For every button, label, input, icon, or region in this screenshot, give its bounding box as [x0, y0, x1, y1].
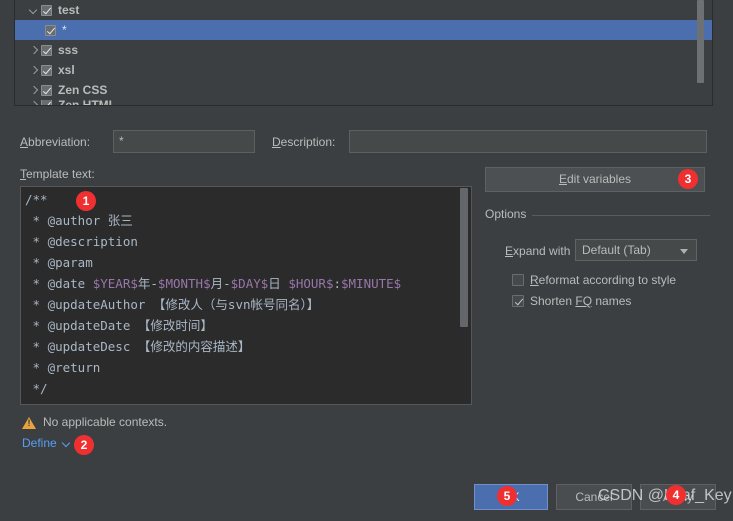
tree-row-checkbox[interactable] [45, 24, 56, 36]
template-variable-token: $HOUR$ [288, 276, 334, 291]
reformat-according-to-style-option[interactable]: Reformat according to style [512, 273, 676, 287]
template-text-line: * @updateDesc 【修改的内容描述】 [25, 336, 401, 357]
step-badge-2: 2 [74, 435, 94, 455]
template-text-fragment: * @return [25, 360, 101, 375]
template-text-fragment: 月- [210, 276, 231, 291]
description-input[interactable] [349, 130, 707, 153]
tree-row-checkbox[interactable] [41, 44, 52, 56]
tree-row-checkbox[interactable] [41, 100, 52, 105]
tree-row-label: test [58, 3, 80, 17]
shorten-fq-names-label: Shorten FQ names [530, 294, 632, 308]
template-text-fragment: * @param [25, 255, 93, 270]
expand-with-mnemonic: E [505, 244, 514, 258]
reformat-checkbox[interactable] [512, 274, 524, 286]
tree-row-list: test * sss xsl Zen CSS Zen HTML [15, 0, 712, 105]
tree-row-label: xsl [58, 63, 75, 77]
template-text-content[interactable]: /** * @author 张三 * @description * @param… [25, 189, 401, 399]
tree-scrollbar[interactable] [697, 0, 708, 105]
no-applicable-contexts-warning: No applicable contexts. [22, 415, 167, 429]
template-text-fragment: * @author 张三 [25, 213, 133, 228]
shorten-fq-names-option[interactable]: Shorten FQ names [512, 294, 631, 308]
shorten-fq-names-checkbox[interactable] [512, 295, 524, 307]
define-link[interactable]: Define [22, 436, 57, 450]
template-text-fragment: * @updateDate 【修改时间】 [25, 318, 213, 333]
tree-scrollbar-thumb[interactable] [697, 0, 704, 83]
template-variable-token: $MINUTE$ [341, 276, 402, 291]
template-text-line: * @updateAuthor 【修改人（与svn帐号同名）】 [25, 294, 401, 315]
abbreviation-label-rest: bbreviation: [28, 135, 91, 149]
tree-row-checkbox[interactable] [41, 84, 52, 96]
chevron-right-icon[interactable] [27, 100, 41, 105]
template-text-fragment: * @description [25, 234, 138, 249]
tree-row[interactable]: test [15, 0, 712, 20]
options-title: Options [485, 207, 533, 221]
template-text-line: * @updateDate 【修改时间】 [25, 315, 401, 336]
tree-row-label: * [62, 23, 67, 37]
abbreviation-mnemonic: A [20, 135, 29, 149]
template-text-fragment: * @date [25, 276, 93, 291]
watermark: CSDN @Leaf_Key [598, 487, 732, 504]
expand-with-dropdown[interactable]: Default (Tab) [575, 239, 697, 261]
template-text-editor[interactable]: /** * @author 张三 * @description * @param… [20, 186, 472, 405]
template-text-line: * @return [25, 357, 401, 378]
edit-variables-label-rest: dit variables [566, 172, 632, 186]
template-text-fragment: * @updateDesc 【修改的内容描述】 [25, 339, 251, 354]
tree-row-label: Zen CSS [58, 83, 108, 97]
expand-with-label-rest: xpand with [513, 244, 571, 258]
tree-row[interactable]: Zen CSS [15, 80, 712, 100]
template-text-fragment: */ [25, 381, 48, 396]
template-text-label-rest: emplate text: [26, 167, 95, 181]
reformat-label: Reformat according to style [530, 273, 677, 287]
expand-with-value: Default (Tab) [582, 243, 651, 257]
tree-row[interactable]: xsl [15, 60, 712, 80]
template-text-fragment: * @updateAuthor 【修改人（与svn帐号同名）】 [25, 297, 320, 312]
edit-variables-button[interactable]: Edit variables [485, 167, 705, 192]
template-text-line: * @description [25, 231, 401, 252]
abbreviation-input[interactable]: * [113, 130, 255, 153]
warning-triangle-icon [22, 416, 36, 429]
template-text-label: Template text: [20, 167, 95, 181]
description-label: Description: [272, 135, 335, 149]
template-text-fragment: : [333, 276, 341, 291]
tree-row[interactable]: * [15, 20, 712, 40]
step-badge-5: 5 [497, 486, 517, 506]
step-badge-4: 4 [666, 485, 686, 505]
expand-with-label: Expand with [505, 244, 570, 258]
tree-row-label: Zen HTML [58, 100, 116, 105]
template-text-fragment: 年- [137, 276, 158, 291]
template-variable-token: $MONTH$ [157, 276, 211, 291]
chevron-right-icon[interactable] [27, 63, 41, 77]
template-text-line: * @author 张三 [25, 210, 401, 231]
template-variable-token: $YEAR$ [92, 276, 138, 291]
chevron-right-icon[interactable] [27, 43, 41, 57]
tree-row[interactable]: sss [15, 40, 712, 60]
description-label-rest: escription: [280, 135, 336, 149]
abbreviation-label: Abbreviation: [20, 135, 90, 149]
edit-variables-mnemonic: E [558, 172, 567, 186]
tree-row-label: sss [58, 43, 79, 57]
chevron-right-icon[interactable] [27, 83, 41, 97]
options-panel: Options Expand with Default (Tab) Reform… [485, 207, 710, 317]
chevron-down-icon[interactable] [62, 439, 71, 448]
template-text-fragment: /** [25, 192, 48, 207]
tree-row-checkbox[interactable] [41, 4, 52, 16]
template-text-line: * @date $YEAR$年-$MONTH$月-$DAY$日 $HOUR$:$… [25, 273, 402, 294]
tree-row[interactable]: Zen HTML [15, 100, 712, 105]
template-text-line: * @param [25, 252, 401, 273]
template-group-tree[interactable]: test * sss xsl Zen CSS Zen HTML [14, 0, 713, 106]
template-variable-token: $DAY$ [230, 276, 269, 291]
tree-row-checkbox[interactable] [41, 64, 52, 76]
chevron-down-icon[interactable] [27, 3, 41, 17]
editor-scrollbar-thumb[interactable] [460, 188, 468, 327]
step-badge-1: 1 [76, 191, 96, 211]
abbreviation-description-row: Abbreviation: * Description: [0, 130, 733, 154]
template-text-line: */ [25, 378, 401, 399]
define-context-row[interactable]: Define [22, 436, 71, 450]
step-badge-3: 3 [678, 169, 698, 189]
template-text-fragment: 日 [268, 276, 289, 291]
context-warning-text: No applicable contexts. [43, 415, 168, 429]
description-mnemonic: D [272, 135, 281, 149]
chevron-down-icon [680, 249, 688, 254]
